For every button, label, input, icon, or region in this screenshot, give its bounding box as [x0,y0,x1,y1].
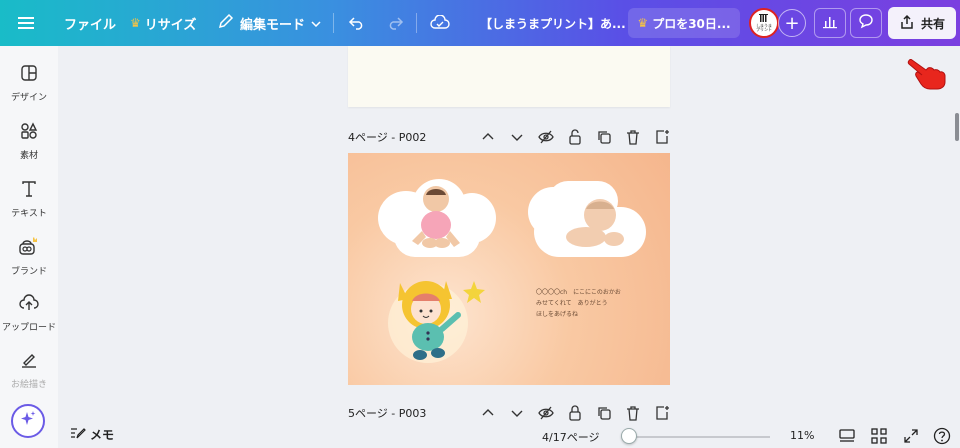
sidebar-item-elements[interactable]: 素材 [0,122,58,172]
notes-button[interactable]: メモ [70,426,114,443]
chevron-up-icon[interactable] [480,405,496,421]
sidebar-item-design[interactable]: デザイン [0,64,58,114]
page-message-line: ほしをあげるね [536,311,579,318]
vertical-scrollbar[interactable] [955,113,959,141]
sidebar-item-upload[interactable]: アップロード [0,294,58,344]
edit-mode-button[interactable]: 編集モード [218,0,321,46]
comment-button[interactable] [850,8,882,38]
zoom-slider-track[interactable] [622,436,770,438]
zoom-slider-handle[interactable] [621,428,638,444]
page-5-header: 5ページ - P003 [348,403,670,423]
undo-icon[interactable] [348,0,366,46]
hamburger-icon[interactable] [18,0,34,46]
notes-label: メモ [90,428,115,442]
page-message-text[interactable]: 〇〇〇〇ch にこにこのおかお みせてくれて ありがとう ほしをあげるね [536,287,621,320]
pencil-icon [218,13,234,33]
baby-lying-photo [556,185,632,257]
page-thumbnails-icon[interactable] [838,427,856,445]
sidebar-item-text[interactable]: テキスト [0,180,58,230]
chevron-down-icon[interactable] [509,405,525,421]
share-button[interactable]: 共有 [888,7,956,39]
file-menu-button[interactable]: ファイル [64,0,116,46]
left-sidebar: デザイン 素材 テキスト ブランド アップロード お絵描き [0,46,58,448]
redo-icon[interactable] [386,0,404,46]
chevron-down-icon[interactable] [509,129,525,145]
page-4-title[interactable]: 4ページ - P002 [348,129,426,145]
document-title-text: 【しまうまプリント】あ... [480,16,626,31]
document-title[interactable]: 【しまうまプリント】あ... [480,0,626,46]
page-indicator[interactable]: 4/17ページ [542,429,599,445]
lock-icon[interactable] [567,129,583,145]
brand-icon [18,236,40,260]
lock-icon[interactable] [567,405,583,421]
comment-icon [858,13,874,33]
plus-icon: + [784,12,800,34]
insights-button[interactable] [814,8,846,38]
hide-eye-icon[interactable] [538,129,554,145]
help-icon[interactable] [933,427,951,445]
try-pro-label: プロを30日... [652,16,731,31]
pointing-hand-icon [906,50,952,90]
elements-icon [20,122,38,144]
baby-sitting-photo [406,181,466,255]
sparkle-icon [19,410,37,432]
text-icon [20,180,38,202]
sidebar-item-label: アップロード [1,323,56,333]
baby-photo-cloud-right[interactable] [528,181,648,263]
crown-icon: ♛ [130,16,141,30]
resize-button[interactable]: ♛ リサイズ [130,0,196,46]
baby-photo-cloud-left[interactable] [370,175,496,259]
zoom-percentage[interactable]: 11% [790,429,814,442]
sidebar-item-brand[interactable]: ブランド [0,236,58,286]
add-page-icon[interactable] [654,405,670,421]
page-message-line: みせてくれて ありがとう [536,300,608,307]
sidebar-item-draw[interactable]: お絵描き [0,351,58,401]
chevron-up-icon[interactable] [480,129,496,145]
add-page-icon[interactable] [654,129,670,145]
try-pro-button[interactable]: ♛ プロを30日... [628,8,740,38]
avatar-text-2: プリント [756,27,772,32]
grid-view-icon[interactable] [870,427,888,445]
sidebar-item-label: テキスト [11,209,47,219]
toolbar-divider [333,13,334,33]
bottom-bar: メモ 4/17ページ 11% [58,424,960,448]
upload-cloud-icon [19,294,39,316]
page-4-actions [480,127,670,147]
magic-assistant-button[interactable] [11,404,45,438]
fullscreen-expand-icon[interactable] [902,427,920,445]
page-5-actions [480,403,670,423]
page-4-canvas[interactable]: 〇〇〇〇ch にこにこのおかお みせてくれて ありがとう ほしをあげるね [348,153,670,385]
cloud-saved-icon[interactable] [430,0,450,46]
bar-chart-icon [822,14,838,33]
page-message-line: 〇〇〇〇ch にこにこのおかお [536,289,621,296]
sidebar-item-label: ブランド [10,267,47,277]
sidebar-item-label: デザイン [10,93,47,103]
chevron-down-icon [311,16,321,31]
hide-eye-icon[interactable] [538,405,554,421]
trash-icon[interactable] [625,129,641,145]
crown-icon: ♛ [637,16,649,30]
resize-label: リサイズ [144,17,197,33]
duplicate-icon[interactable] [596,129,612,145]
page-3-canvas[interactable] [348,46,670,107]
sidebar-item-label: お絵描き [10,380,47,390]
share-upload-icon [899,14,915,33]
file-menu-label: ファイル [64,17,117,33]
design-layout-icon [20,64,38,86]
top-toolbar: ファイル ♛ リサイズ 編集モード 【しまうまプリント】あ... ♛ プロを30… [0,0,960,46]
avatar[interactable]: しまうま プリント [749,8,779,38]
trash-icon[interactable] [625,405,641,421]
toolbar-divider [416,13,417,33]
draw-icon [20,351,38,373]
add-collaborator-button[interactable]: + [778,9,806,37]
cat-character-illustration[interactable] [386,271,496,367]
page-4-header: 4ページ - P002 [348,127,670,147]
sidebar-item-label: 素材 [19,151,38,161]
edit-mode-label: 編集モード [240,17,306,33]
page-5-title[interactable]: 5ページ - P003 [348,405,426,421]
duplicate-icon[interactable] [596,405,612,421]
share-label: 共有 [920,16,945,31]
notes-pen-icon [70,426,86,443]
